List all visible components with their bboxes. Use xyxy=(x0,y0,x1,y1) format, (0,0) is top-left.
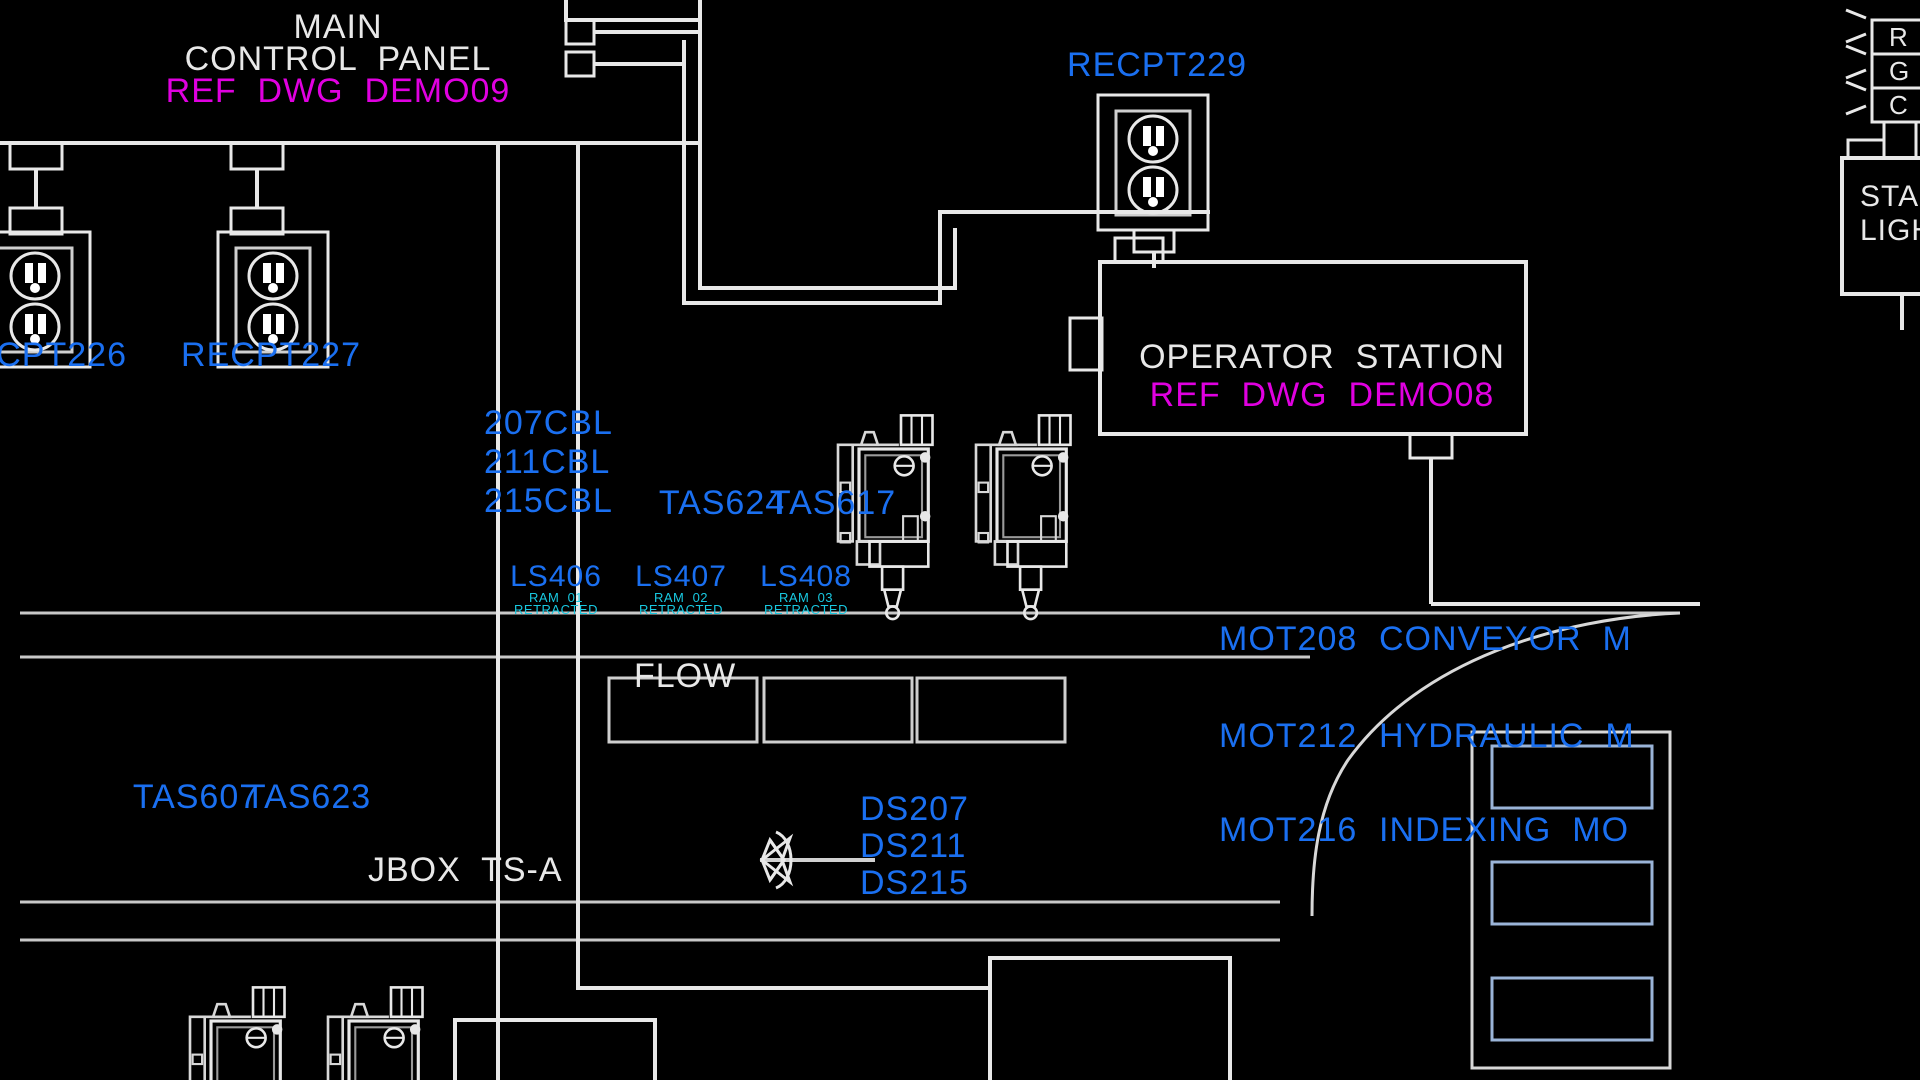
limit-switch-state-ls407: RETRACTED xyxy=(639,602,723,617)
limit-switch-state-ls406: RETRACTED xyxy=(514,602,598,617)
motor-description-mot208: CONVEYOR M xyxy=(1379,620,1632,658)
cable-tag-ds211[interactable]: DS211 xyxy=(860,827,966,866)
motor-description-mot216: INDEXING MO xyxy=(1379,811,1630,849)
receptacle-tag-recpt229[interactable]: RECPT229 xyxy=(1067,46,1247,85)
cable-tag-207cbl[interactable]: 207CBL xyxy=(484,404,613,443)
limit-switch-tag-ls408[interactable]: LS408 xyxy=(760,560,852,594)
motor-tag-mot208[interactable]: MOT208 xyxy=(1219,620,1357,659)
sensor-tag-tas623[interactable]: TAS623 xyxy=(245,778,371,817)
cable-tag-211cbl[interactable]: 211CBL xyxy=(484,443,610,482)
sensor-tag-tas607[interactable]: TAS607 xyxy=(133,778,259,817)
machine-band-lower xyxy=(20,900,1280,942)
flow-annotation-label: FLOW xyxy=(634,657,737,695)
limit-switch-tag-ls406[interactable]: LS406 xyxy=(510,560,602,594)
receptacle-symbol-recpt229 xyxy=(1096,93,1210,232)
limit-switch-state-ls408: RETRACTED xyxy=(764,602,848,617)
jbox-label: JBOX TS-A xyxy=(368,851,563,889)
operator-station-enclosure xyxy=(1068,236,1700,606)
motor-tag-mot212[interactable]: MOT212 xyxy=(1219,717,1357,756)
sensor-tag-tas624[interactable]: TAS624 xyxy=(659,484,785,523)
schematic-geometry xyxy=(0,0,1920,1080)
motor-description-mot212: HYDRAULIC M xyxy=(1379,717,1635,755)
motor-tag-mot216[interactable]: MOT216 xyxy=(1219,811,1357,850)
stack-light-lamp-red-label: R xyxy=(1889,22,1909,52)
motor-tag-group-outline xyxy=(1470,730,1672,1070)
limit-switch-tag-ls407[interactable]: LS407 xyxy=(635,560,727,594)
cable-tag-ds207[interactable]: DS207 xyxy=(860,790,969,829)
cad-drawing-canvas: MAIN CONTROL PANEL REF DWG DEMO09 RECPT2… xyxy=(0,0,1920,1080)
sensor-symbol-tas617 xyxy=(974,413,1073,621)
main-control-panel-ref-dwg: REF DWG DEMO09 xyxy=(165,72,511,110)
stack-light-title-line1: STACK xyxy=(1860,180,1920,213)
sensor-symbol-tas623 xyxy=(326,985,425,1080)
sensor-tag-tas617[interactable]: TAS617 xyxy=(770,484,896,523)
cable-tag-ds215[interactable]: DS215 xyxy=(860,864,969,903)
operator-station-ref-dwg: REF DWG DEMO08 xyxy=(1149,376,1495,414)
jbox-ts-a-outline xyxy=(453,1018,657,1080)
conduit-mcp-to-receptacles xyxy=(8,141,285,236)
sensor-symbol-tas607 xyxy=(188,985,287,1080)
stack-light-lamp-clear-label: C xyxy=(1889,90,1909,120)
operator-station-title: OPERATOR STATION xyxy=(1139,338,1505,376)
receptacle-tag-recpt226[interactable]: RECPT226 xyxy=(0,336,127,375)
receptacle-tag-recpt227[interactable]: RECPT227 xyxy=(181,336,361,375)
stack-light-title-line2: LIGHT xyxy=(1860,214,1920,247)
stack-light-lamp-green-label: G xyxy=(1889,56,1911,86)
cable-tag-215cbl[interactable]: 215CBL xyxy=(484,482,613,521)
flow-arrow-symbol xyxy=(759,830,875,890)
ds-panel-outline xyxy=(988,956,1232,1080)
